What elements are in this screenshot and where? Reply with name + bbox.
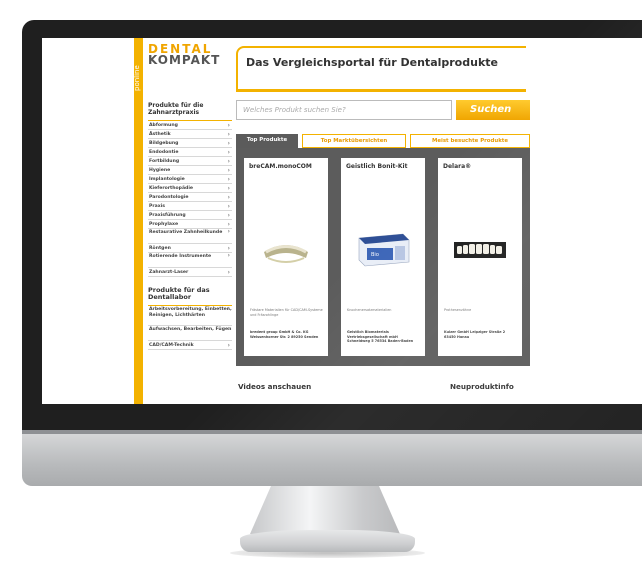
sidebar-category-item[interactable]: CAD/CAM-Technik › <box>148 341 232 350</box>
brand-side-text: ponline <box>133 65 141 91</box>
product-title[interactable]: Geistlich Bonit-Kit <box>341 158 425 182</box>
sidebar-category-label: Praxis <box>149 204 166 209</box>
sidebar-category-item[interactable]: Röntgen › <box>148 244 232 253</box>
sidebar-category-label: Restaurative Zahnheilkunde <box>149 230 223 235</box>
chevron-right-icon: › <box>227 212 230 219</box>
sidebar-category-label: Kieferorthopädie <box>149 186 194 191</box>
chevron-right-icon: › <box>227 229 230 235</box>
website: ponline DENTAL KOMPAKT Das Vergleichspor… <box>133 38 530 404</box>
search-button[interactable]: Suchen <box>456 100 530 120</box>
monitor-mockup: ponline DENTAL KOMPAKT Das Vergleichspor… <box>0 0 642 570</box>
chevron-right-icon: › <box>227 221 230 228</box>
sidebar-category-label: Ästhetik <box>149 132 171 137</box>
chevron-right-icon: › <box>227 176 230 183</box>
product-description: Prothesenzähne <box>444 308 472 312</box>
chevron-right-icon: › <box>227 140 230 147</box>
sidebar-category-item[interactable]: Ästhetik › <box>148 130 232 139</box>
product-vendor-address: bredent group GmbH & Co. KG Weissenhorne… <box>250 330 319 339</box>
product-panel: breCAM.monoCOM Frästare Materialien für … <box>236 148 530 366</box>
sidebar-category-label: Endodontie <box>149 150 179 155</box>
product-card[interactable]: breCAM.monoCOM Frästare Materialien für … <box>244 158 328 356</box>
videos-link[interactable]: Videos anschauen <box>238 382 311 391</box>
category-section-title: Produkte für das Dentallabor <box>148 283 232 306</box>
chevron-right-icon: › <box>227 342 230 349</box>
product-description: Knochenersatzmaterialien <box>347 308 392 312</box>
sidebar-category-item[interactable]: Restaurative Zahnheilkunde › <box>148 229 232 244</box>
sidebar-category-label: Hygiene <box>149 168 171 173</box>
sidebar-category-label: Prophylaxe <box>149 222 179 227</box>
chevron-right-icon: › <box>227 245 230 252</box>
category-sidebar: Produkte für die Zahnarztpraxis Abformun… <box>148 98 232 350</box>
sidebar-category-item[interactable]: Praxis › <box>148 202 232 211</box>
neuproduktinfo-link[interactable]: Neuproduktinfo <box>450 382 514 391</box>
svg-text:Bio: Bio <box>371 252 379 258</box>
product-box-image: Bio <box>347 228 419 272</box>
chevron-right-icon: › <box>227 131 230 138</box>
sidebar-category-label: Praxisführung <box>149 213 186 218</box>
sidebar-category-label: Arbeitsvorbereitung, Einbetten, Reinigen… <box>149 307 232 318</box>
monitor-screen: ponline DENTAL KOMPAKT Das Vergleichspor… <box>42 38 642 404</box>
sidebar-category-item[interactable]: Fortbildung › <box>148 157 232 166</box>
sidebar-category-item[interactable]: Hygiene › <box>148 166 232 175</box>
category-section-title: Produkte für die Zahnarztpraxis <box>148 98 232 121</box>
sidebar-category-item[interactable]: Abformung › <box>148 121 232 130</box>
chevron-right-icon: › <box>227 306 230 312</box>
sidebar-category-item[interactable]: Aufwachsen, Bearbeiten, Fügen › <box>148 326 232 341</box>
sidebar-category-item[interactable]: Prophylaxe › <box>148 220 232 229</box>
site-logo[interactable]: DENTAL KOMPAKT <box>148 43 221 67</box>
sidebar-category-item[interactable]: Rotierende Instrumente › <box>148 253 232 268</box>
sidebar-category-item[interactable]: Praxisführung › <box>148 211 232 220</box>
chevron-right-icon: › <box>227 326 230 332</box>
chevron-right-icon: › <box>227 253 230 259</box>
tab-top-marktuebersichten[interactable]: Top Marktübersichten <box>302 134 406 148</box>
sidebar-category-item[interactable]: Implantologie › <box>148 175 232 184</box>
product-vendor-address: Geistlich Biomaterials Vertriebsgesellsc… <box>347 330 414 343</box>
tab-meist-besuchte-produkte[interactable]: Meist besuchte Produkte <box>410 134 530 148</box>
denture-image <box>250 228 322 272</box>
sidebar-category-item[interactable]: Endodontie › <box>148 148 232 157</box>
monitor-chin <box>22 430 642 486</box>
sidebar-category-item[interactable]: Arbeitsvorbereitung, Einbetten, Reinigen… <box>148 306 232 326</box>
site-tagline: Das Vergleichsportal für Dentalprodukte <box>246 56 498 69</box>
chevron-right-icon: › <box>227 185 230 192</box>
sidebar-category-label: Rotierende Instrumente <box>149 254 212 259</box>
sidebar-category-item[interactable]: Zahnarzt-Laser › <box>148 268 232 277</box>
sidebar-category-label: Röntgen <box>149 246 171 251</box>
chevron-right-icon: › <box>227 122 230 129</box>
monitor-stand-neck <box>250 486 400 534</box>
chevron-right-icon: › <box>227 167 230 174</box>
site-header: Das Vergleichsportal für Dentalprodukte <box>236 46 526 92</box>
product-description: Frästare Materialien für CAD/CAM-Systeme… <box>250 308 323 317</box>
tab-top-produkte[interactable]: Top Produkte <box>236 134 298 148</box>
search-input[interactable]: Welches Produkt suchen Sie? <box>236 100 452 120</box>
product-card[interactable]: Geistlich Bonit-Kit Bio Knochenersatzmat… <box>341 158 425 356</box>
sidebar-category-label: Bildgebung <box>149 141 179 146</box>
sidebar-category-item[interactable]: Parodontologie › <box>148 193 232 202</box>
sidebar-category-label: Abformung <box>149 123 178 128</box>
sidebar-category-item[interactable]: Bildgebung › <box>148 139 232 148</box>
chevron-right-icon: › <box>227 158 230 165</box>
monitor-chin-edge <box>22 430 642 434</box>
chevron-right-icon: › <box>227 194 230 201</box>
sidebar-category-label: Parodontologie <box>149 195 189 200</box>
teeth-set-image <box>444 228 516 272</box>
logo-line-2: KOMPAKT <box>148 53 221 67</box>
chevron-right-icon: › <box>227 269 230 276</box>
product-title[interactable]: Delara® <box>438 158 522 182</box>
sidebar-category-label: Implantologie <box>149 177 185 182</box>
product-card[interactable]: Delara® Prothesenzähne Kulzer GmbH Leipz… <box>438 158 522 356</box>
chevron-right-icon: › <box>227 149 230 156</box>
product-vendor-address: Kulzer GmbH Leipziger Straße 2 63450 Han… <box>444 330 506 339</box>
sidebar-category-item[interactable]: Kieferorthopädie › <box>148 184 232 193</box>
chevron-right-icon: › <box>227 203 230 210</box>
sidebar-category-label: CAD/CAM-Technik <box>149 343 194 348</box>
monitor-stand-base <box>240 530 415 552</box>
sidebar-category-label: Zahnarzt-Laser <box>149 270 189 275</box>
sidebar-category-label: Aufwachsen, Bearbeiten, Fügen <box>149 327 232 332</box>
sidebar-category-label: Fortbildung <box>149 159 180 164</box>
product-tabs: Top Produkte Top Marktübersichten Meist … <box>236 134 530 148</box>
brand-side-bar <box>134 38 143 404</box>
product-title[interactable]: breCAM.monoCOM <box>244 158 328 182</box>
